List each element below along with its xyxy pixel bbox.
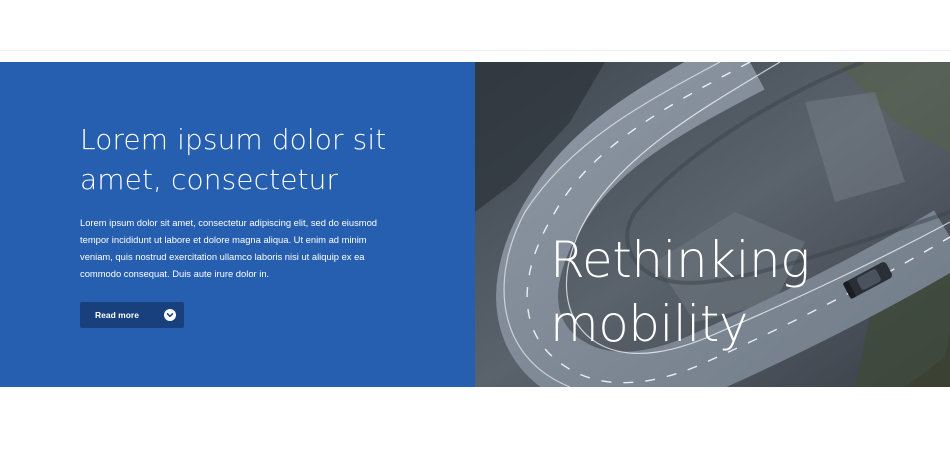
hero-body-text: Lorem ipsum dolor sit amet, consectetur … bbox=[80, 214, 410, 282]
read-more-button[interactable]: Read more bbox=[80, 302, 184, 328]
read-more-label: Read more bbox=[95, 310, 139, 320]
hero-section: Lorem ipsum dolor sit amet, consectetur … bbox=[0, 62, 950, 387]
hero-image: Rethinking mobility bbox=[475, 62, 950, 387]
hero-headline: Lorem ipsum dolor sit amet, consectetur bbox=[80, 120, 440, 200]
hero-body-line: veniam, quis nostrud exercitation ullamc… bbox=[80, 251, 365, 262]
overlay-line: mobility bbox=[550, 295, 748, 353]
hero-text-panel: Lorem ipsum dolor sit amet, consectetur … bbox=[0, 62, 475, 387]
hero-headline-line: Lorem ipsum dolor sit bbox=[80, 123, 387, 156]
hero-body-line: Lorem ipsum dolor sit amet, consectetur … bbox=[80, 217, 378, 228]
overlay-line: Rethinking bbox=[550, 231, 810, 289]
image-overlay-title: Rethinking mobility bbox=[550, 228, 810, 356]
hero-body-line: tempor incididunt ut labore et dolore ma… bbox=[80, 234, 367, 245]
chevron-down-icon bbox=[164, 309, 176, 321]
top-divider bbox=[0, 50, 950, 51]
hero-body-line: commodo consequat. Duis aute irure dolor… bbox=[80, 268, 270, 279]
hero-headline-line: amet, consectetur bbox=[80, 163, 339, 196]
